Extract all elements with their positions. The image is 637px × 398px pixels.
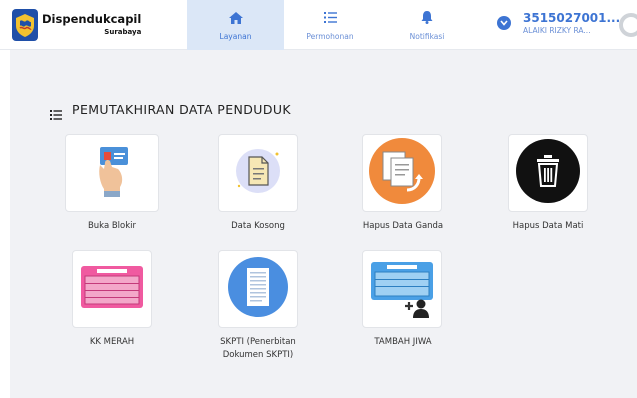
service-skpti[interactable] (218, 250, 298, 328)
logo-title: Dispendukcapil (42, 12, 142, 27)
app-logo[interactable]: Dispendukcapil Surabaya (12, 9, 141, 41)
user-menu[interactable]: 3515027001... ALAIKI RIZKY RA... (497, 12, 620, 35)
tab-notifikasi[interactable]: Notifikasi (388, 0, 466, 50)
hand-card-icon (92, 143, 132, 203)
bell-icon (421, 10, 433, 26)
list-icon (323, 10, 337, 26)
logo-subtitle: Surabaya (104, 27, 142, 36)
city-emblem-icon (12, 9, 38, 41)
service-label: Buka Blokir (87, 221, 137, 231)
service-label: TAMBAH JIWA (374, 337, 432, 347)
service-label: KK MERAH (89, 337, 135, 347)
trash-icon (516, 139, 580, 207)
service-label: Hapus Data Mati (512, 221, 584, 231)
tab-notifikasi-label: Notifikasi (409, 31, 445, 41)
blank-document-icon (233, 146, 283, 200)
main-content: PEMUTAKHIRAN DATA PENDUDUK Buka Blokir D… (10, 50, 637, 398)
service-kk-merah[interactable] (72, 250, 152, 328)
chevron-down-icon[interactable] (497, 16, 511, 31)
service-hapus-data-ganda[interactable] (362, 134, 442, 212)
service-buka-blokir[interactable] (65, 134, 159, 212)
tab-layanan-label: Layanan (219, 31, 252, 41)
home-icon (228, 10, 243, 26)
avatar[interactable] (619, 13, 637, 37)
duplicate-documents-icon (369, 138, 435, 208)
service-label-line2: Dokumen SKPTI) (222, 350, 294, 360)
section-header: PEMUTAKHIRAN DATA PENDUDUK (50, 102, 292, 120)
document-stack-icon (227, 256, 289, 322)
add-person-card-icon (369, 256, 435, 322)
service-label-line1: SKPTI (Penerbitan (220, 337, 296, 347)
service-hapus-data-mati[interactable] (508, 134, 588, 212)
tab-layanan[interactable]: Layanan (187, 0, 284, 50)
service-label: Hapus Data Ganda (362, 221, 444, 231)
service-label: Data Kosong (231, 221, 285, 231)
service-data-kosong[interactable] (218, 134, 298, 212)
user-id: 3515027001... (523, 11, 621, 25)
red-family-card-icon (79, 264, 145, 314)
service-tambah-jiwa[interactable] (362, 250, 442, 328)
user-name: ALAIKI RIZKY RA... (523, 26, 591, 35)
tab-permohonan-label: Permohonan (306, 31, 354, 41)
tab-permohonan[interactable]: Permohonan (290, 0, 370, 50)
list-icon (50, 105, 62, 120)
top-navigation-bar: Dispendukcapil Surabaya Layanan Permohon… (0, 0, 637, 50)
section-title: PEMUTAKHIRAN DATA PENDUDUK (72, 102, 292, 117)
